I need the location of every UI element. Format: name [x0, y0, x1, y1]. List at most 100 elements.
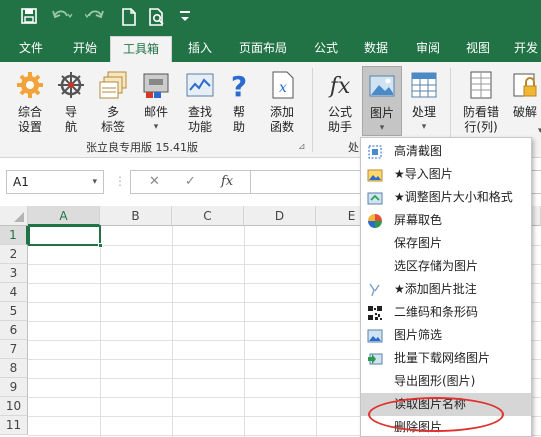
add-function-label: 添加 函数 [269, 105, 294, 134]
picture-button[interactable]: 图片 ▾ [362, 66, 402, 136]
row-header[interactable]: 5 [0, 302, 28, 321]
menu-item-label: ★添加图片批注 [394, 282, 477, 296]
menu-item-qrcode[interactable]: 二维码和条形码 [361, 301, 531, 324]
navigation-button[interactable]: 导 航 [56, 70, 86, 135]
name-box-value: A1 [13, 175, 29, 189]
gridline [172, 226, 173, 437]
ship-wheel-icon [56, 70, 86, 100]
tab-home[interactable]: 开始 [62, 34, 108, 62]
menu-item-save-image[interactable]: 保存图片 [361, 232, 531, 255]
menu-item-resize-image[interactable]: ★调整图片大小和格式 [361, 186, 531, 209]
menu-item-color-picker[interactable]: 屏幕取色 [361, 209, 531, 232]
formula-helper-label: 公式 助手 [327, 105, 352, 134]
active-cell[interactable] [28, 225, 101, 246]
menu-item-export-shapes[interactable]: 导出图形(图片) [361, 370, 531, 393]
find-function-label: 查找 功能 [187, 105, 212, 134]
tab-data[interactable]: 数据 [354, 34, 398, 62]
row-header[interactable]: 3 [0, 264, 28, 283]
name-box[interactable]: A1 ▾ [6, 170, 104, 194]
help-button[interactable]: ? 帮 助 [224, 70, 254, 135]
multi-tab-label: 多 标签 [100, 105, 125, 134]
menu-item-download-images[interactable]: 批量下载网络图片 [361, 347, 531, 370]
column-header[interactable]: A [28, 206, 100, 226]
splitter-dots-icon[interactable]: ⋮ [114, 174, 126, 188]
menu-item-label: 选区存储为图片 [394, 259, 479, 273]
redo-icon[interactable] [84, 8, 108, 26]
new-doc-icon[interactable] [120, 8, 138, 26]
screenshot-icon [367, 144, 383, 160]
row-header[interactable]: 1 [0, 226, 28, 245]
tab-developer[interactable]: 开发 [506, 34, 541, 62]
group-separator [312, 68, 313, 152]
navigation-label: 导 航 [64, 105, 77, 134]
find-function-icon [185, 70, 215, 100]
group-label-partial: 处 [348, 141, 359, 154]
mail-dropdown-icon: ▾ [153, 122, 159, 132]
multi-tab-button[interactable]: 多 标签 [92, 70, 134, 135]
crack-button[interactable]: 破解 ▾ [508, 70, 541, 136]
column-header[interactable]: B [100, 206, 172, 226]
row-header[interactable]: 6 [0, 321, 28, 340]
qrcode-icon [367, 305, 383, 321]
column-header[interactable]: D [244, 206, 316, 226]
save-icon[interactable] [20, 8, 38, 26]
tab-formulas[interactable]: 公式 [304, 34, 348, 62]
mail-button[interactable]: 邮件 ▾ [136, 70, 176, 135]
row-header[interactable]: 10 [0, 397, 28, 416]
menu-item-image-comment[interactable]: ★添加图片批注 [361, 278, 531, 301]
table-process-icon [409, 70, 439, 100]
settings-button[interactable]: 综合 设置 [8, 70, 52, 135]
formula-buttons: ✕ ✓ fx [130, 170, 250, 194]
select-all-button[interactable] [0, 206, 28, 226]
column-header[interactable]: C [172, 206, 244, 226]
tab-view[interactable]: 视图 [456, 34, 500, 62]
highlight-annotation-oval [368, 397, 504, 432]
mail-label: 邮件 [143, 105, 168, 119]
row-header[interactable]: 2 [0, 245, 28, 264]
image-filter-icon [367, 328, 383, 344]
question-icon: ? [224, 70, 254, 103]
menu-item-selection-to-image[interactable]: 选区存储为图片 [361, 255, 531, 278]
image-comment-icon [367, 282, 383, 298]
mail-icon [141, 70, 171, 100]
fx-icon: fx [325, 70, 355, 100]
row-highlight-button[interactable]: 防看错 行(列) [458, 70, 504, 135]
fill-handle[interactable] [98, 243, 103, 248]
tab-toolbox[interactable]: 工具箱 [110, 36, 172, 62]
menu-item-label: 图片筛选 [394, 328, 443, 342]
tab-insert[interactable]: 插入 [178, 34, 222, 62]
row-header[interactable]: 8 [0, 359, 28, 378]
process-label: 处理 [411, 105, 436, 119]
tab-review[interactable]: 审阅 [406, 34, 450, 62]
svg-text:?: ? [231, 70, 247, 100]
add-function-button[interactable]: x 添加 函数 [262, 70, 302, 135]
tab-file[interactable]: 文件 [10, 34, 52, 62]
dialog-launcher-icon[interactable]: ⊿ [298, 142, 306, 152]
undo-icon[interactable] [50, 8, 74, 26]
picture-label: 图片 [369, 106, 394, 120]
cancel-icon[interactable]: ✕ [149, 174, 160, 189]
print-preview-icon[interactable] [148, 8, 166, 26]
tab-page-layout[interactable]: 页面布局 [230, 34, 296, 62]
menu-item-label: 高清截图 [394, 144, 443, 158]
menu-item-import-image[interactable]: ★导入图片 [361, 163, 531, 186]
row-header[interactable]: 11 [0, 416, 28, 435]
chevron-down-icon[interactable]: ▾ [92, 171, 97, 193]
customize-icon[interactable] [176, 8, 194, 26]
confirm-icon[interactable]: ✓ [185, 174, 196, 189]
lock-icon [510, 70, 540, 100]
settings-label: 综合 设置 [17, 105, 42, 134]
formula-helper-button[interactable]: fx 公式 助手 [320, 70, 360, 135]
row-header[interactable]: 4 [0, 283, 28, 302]
menu-item-label: 导出图形(图片) [394, 374, 476, 388]
process-button[interactable]: 处理 ▾ [404, 70, 444, 135]
picture-dropdown-icon: ▾ [379, 123, 385, 133]
menu-item-label: ★导入图片 [394, 167, 453, 181]
menu-item-image-filter[interactable]: 图片筛选 [361, 324, 531, 347]
menu-item-label: 保存图片 [394, 236, 443, 250]
find-function-button[interactable]: 查找 功能 [180, 70, 220, 135]
row-header[interactable]: 9 [0, 378, 28, 397]
row-header[interactable]: 7 [0, 340, 28, 359]
insert-function-icon[interactable]: fx [221, 174, 233, 189]
menu-item-screenshot[interactable]: 高清截图 [361, 140, 531, 163]
